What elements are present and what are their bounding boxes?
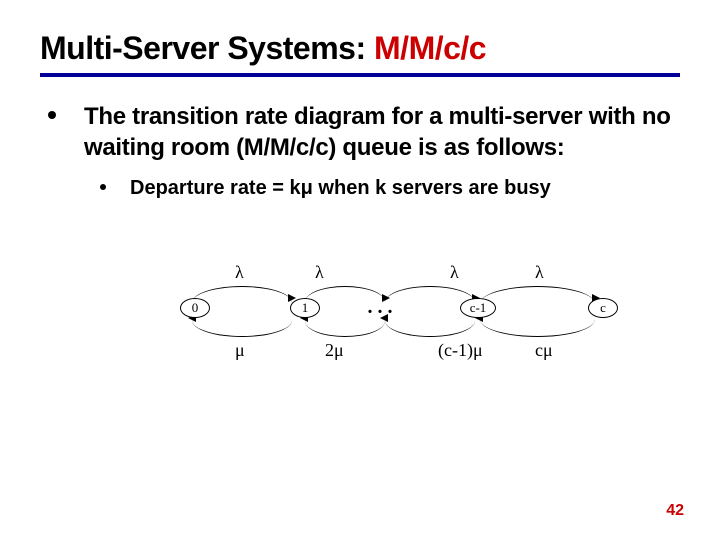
title-underline — [40, 73, 680, 77]
bullet-icon — [48, 111, 56, 119]
state-c: c — [588, 298, 618, 318]
lambda-label-4: λ — [535, 262, 544, 283]
main-bullet: The transition rate diagram for a multi-… — [40, 101, 680, 163]
sub-bullet-text: Departure rate = kμ when k servers are b… — [130, 175, 551, 201]
sub-bullet: Departure rate = kμ when k servers are b… — [100, 175, 680, 201]
slide: Multi-Server Systems: M/M/c/c The transi… — [0, 0, 720, 540]
title-text-red: M/M/c/c — [374, 30, 486, 66]
departure-arc-c-c1 — [480, 306, 595, 337]
transition-diagram: 0 1 . . . c-1 c λ λ λ λ μ 2μ (c-1)μ cμ — [160, 256, 660, 376]
page-number: 42 — [666, 502, 684, 520]
lambda-label-1: λ — [235, 262, 244, 283]
mu-label-3: (c-1)μ — [438, 340, 483, 361]
lambda-label-2: λ — [315, 262, 324, 283]
title-text-black: Multi-Server Systems: — [40, 30, 374, 66]
mu-label-2: 2μ — [325, 340, 344, 361]
mu-label-1: μ — [235, 340, 245, 361]
lambda-label-3: λ — [450, 262, 459, 283]
slide-title: Multi-Server Systems: M/M/c/c — [40, 30, 680, 67]
bullet-text: The transition rate diagram for a multi-… — [84, 101, 680, 163]
mu-label-4: cμ — [535, 340, 553, 361]
sub-bullet-icon — [100, 184, 106, 190]
